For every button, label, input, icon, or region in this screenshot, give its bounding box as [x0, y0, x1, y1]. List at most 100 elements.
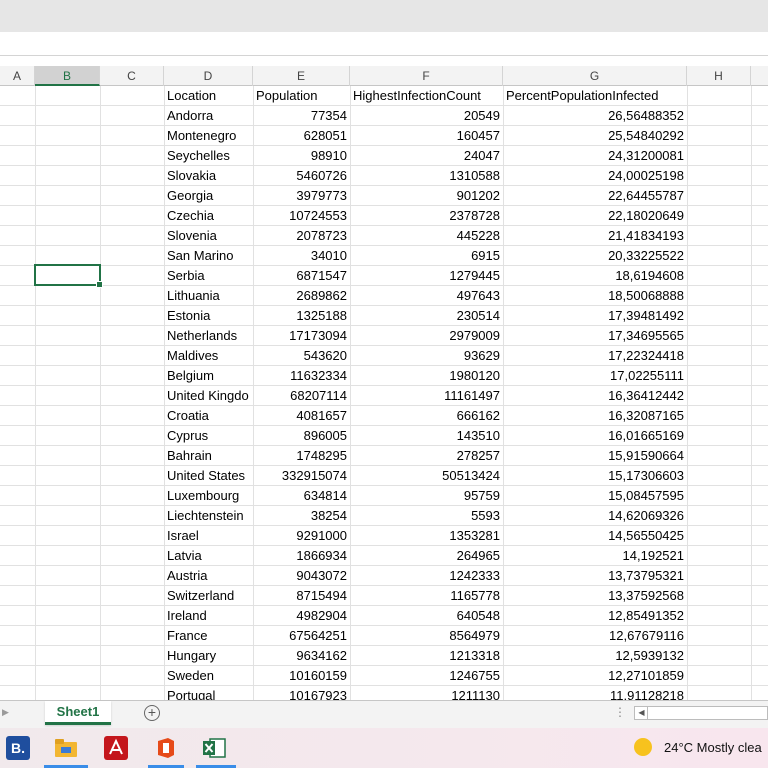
cell-highest-infection-count[interactable]: 2378728 — [350, 206, 503, 226]
cell-population[interactable]: 9634162 — [253, 646, 350, 666]
cell-population[interactable]: 8715494 — [253, 586, 350, 606]
cell-population[interactable]: 634814 — [253, 486, 350, 506]
cell-highest-infection-count[interactable]: 1353281 — [350, 526, 503, 546]
cell-percent-population-infected[interactable]: 17,02255111 — [503, 366, 687, 386]
column-header-h[interactable]: H — [687, 66, 751, 86]
cell-highest-infection-count[interactable]: 1213318 — [350, 646, 503, 666]
scroll-splitter-icon[interactable]: ⋮ — [614, 705, 626, 719]
cell-location[interactable]: Switzerland — [164, 586, 253, 606]
cell-location[interactable]: United States — [164, 466, 253, 486]
cell-highest-infection-count[interactable]: 95759 — [350, 486, 503, 506]
cell-location[interactable]: Netherlands — [164, 326, 253, 346]
cell-location[interactable]: Croatia — [164, 406, 253, 426]
cell-percent-population-infected[interactable]: 13,73795321 — [503, 566, 687, 586]
cell-highest-infection-count[interactable]: 278257 — [350, 446, 503, 466]
cell-highest-infection-count[interactable]: 1242333 — [350, 566, 503, 586]
cell-percent-population-infected[interactable]: 15,08457595 — [503, 486, 687, 506]
cell-population[interactable]: 1748295 — [253, 446, 350, 466]
formula-bar[interactable] — [0, 32, 768, 56]
cell-highest-infection-count[interactable]: 20549 — [350, 106, 503, 126]
cell-location[interactable]: Austria — [164, 566, 253, 586]
cell-location[interactable]: France — [164, 626, 253, 646]
scroll-left-icon[interactable]: ◀ — [636, 707, 648, 719]
cell-location[interactable]: Georgia — [164, 186, 253, 206]
cell-population[interactable]: 77354 — [253, 106, 350, 126]
cell-population[interactable]: 68207114 — [253, 386, 350, 406]
cell-location[interactable]: San Marino — [164, 246, 253, 266]
cell-percent-population-infected[interactable]: 22,64455787 — [503, 186, 687, 206]
cell-location[interactable]: Hungary — [164, 646, 253, 666]
file-explorer-icon[interactable] — [54, 736, 78, 760]
weather-moon-icon[interactable] — [634, 738, 652, 756]
cell-percent-population-infected[interactable]: 12,27101859 — [503, 666, 687, 686]
cell-population[interactable]: 10724553 — [253, 206, 350, 226]
cell-percent-population-infected[interactable]: 22,18020649 — [503, 206, 687, 226]
cell-location[interactable]: Luxembourg — [164, 486, 253, 506]
sheet-tab-sheet1[interactable]: Sheet1 — [45, 701, 111, 725]
active-cell-selection[interactable] — [34, 264, 103, 288]
cell-population[interactable]: 4982904 — [253, 606, 350, 626]
cell-highest-infection-count[interactable]: 143510 — [350, 426, 503, 446]
cell-population[interactable]: 628051 — [253, 126, 350, 146]
cell-population[interactable]: 6871547 — [253, 266, 350, 286]
cell-population[interactable]: 543620 — [253, 346, 350, 366]
cell-population[interactable]: 1866934 — [253, 546, 350, 566]
add-sheet-icon[interactable]: + — [144, 705, 160, 721]
cell-percent-population-infected[interactable]: 12,5939132 — [503, 646, 687, 666]
cell-population[interactable]: 11632334 — [253, 366, 350, 386]
cell-population[interactable]: 2078723 — [253, 226, 350, 246]
cell-percent-population-infected[interactable]: 20,33225522 — [503, 246, 687, 266]
cell-population[interactable]: 10160159 — [253, 666, 350, 686]
cell-population[interactable]: 9043072 — [253, 566, 350, 586]
column-header-d[interactable]: D — [164, 66, 253, 86]
cell-highest-infection-count[interactable]: 1310588 — [350, 166, 503, 186]
column-header-f[interactable]: F — [350, 66, 503, 86]
cell-percent-population-infected[interactable]: 16,36412442 — [503, 386, 687, 406]
cell-percent-population-infected[interactable]: 13,37592568 — [503, 586, 687, 606]
cell-highest-infection-count[interactable]: 1980120 — [350, 366, 503, 386]
column-header-a[interactable]: A — [0, 66, 35, 86]
column-header-g[interactable]: G — [503, 66, 687, 86]
cell-highest-infection-count[interactable]: 93629 — [350, 346, 503, 366]
cell-percent-population-infected[interactable]: 17,22324418 — [503, 346, 687, 366]
cell-highest-infection-count[interactable]: 24047 — [350, 146, 503, 166]
cell-location[interactable]: Montenegro — [164, 126, 253, 146]
cell-highest-infection-count[interactable]: 50513424 — [350, 466, 503, 486]
horizontal-scrollbar[interactable]: ◀ — [634, 706, 768, 720]
cell-highest-infection-count[interactable]: 11161497 — [350, 386, 503, 406]
cell-location[interactable]: Slovakia — [164, 166, 253, 186]
cell-percent-population-infected[interactable]: 11,91128218 — [503, 686, 687, 700]
cell-highest-infection-count[interactable]: 1246755 — [350, 666, 503, 686]
cell-highest-infection-count[interactable]: 5593 — [350, 506, 503, 526]
cell-location[interactable]: Czechia — [164, 206, 253, 226]
cell-percent-population-infected[interactable]: 15,17306603 — [503, 466, 687, 486]
cell-population[interactable]: 3979773 — [253, 186, 350, 206]
column-header-b[interactable]: B — [35, 66, 100, 86]
office-icon[interactable] — [154, 736, 178, 760]
column-header-c[interactable]: C — [100, 66, 164, 86]
cell-location[interactable]: Estonia — [164, 306, 253, 326]
cell-population[interactable]: 4081657 — [253, 406, 350, 426]
cell-population[interactable]: 896005 — [253, 426, 350, 446]
cell-population[interactable]: 9291000 — [253, 526, 350, 546]
cell-population[interactable]: 38254 — [253, 506, 350, 526]
cell-population[interactable]: 1325188 — [253, 306, 350, 326]
cell-population[interactable]: 98910 — [253, 146, 350, 166]
cell-location[interactable]: Seychelles — [164, 146, 253, 166]
header-population[interactable]: Population — [253, 86, 350, 106]
cell-location[interactable]: Bahrain — [164, 446, 253, 466]
cell-location[interactable]: Liechtenstein — [164, 506, 253, 526]
cell-percent-population-infected[interactable]: 25,54840292 — [503, 126, 687, 146]
cell-percent-population-infected[interactable]: 26,56488352 — [503, 106, 687, 126]
column-header-e[interactable]: E — [253, 66, 350, 86]
cell-location[interactable]: Latvia — [164, 546, 253, 566]
cell-highest-infection-count[interactable]: 2979009 — [350, 326, 503, 346]
cell-location[interactable]: United Kingdo — [164, 386, 253, 406]
cell-highest-infection-count[interactable]: 666162 — [350, 406, 503, 426]
acrobat-icon[interactable] — [104, 736, 128, 760]
cell-location[interactable]: Ireland — [164, 606, 253, 626]
cell-location[interactable]: Portugal — [164, 686, 253, 700]
weather-text[interactable]: 24°C Mostly clea — [664, 740, 762, 755]
cell-population[interactable]: 332915074 — [253, 466, 350, 486]
header-highest-infection-count[interactable]: HighestInfectionCount — [350, 86, 503, 106]
